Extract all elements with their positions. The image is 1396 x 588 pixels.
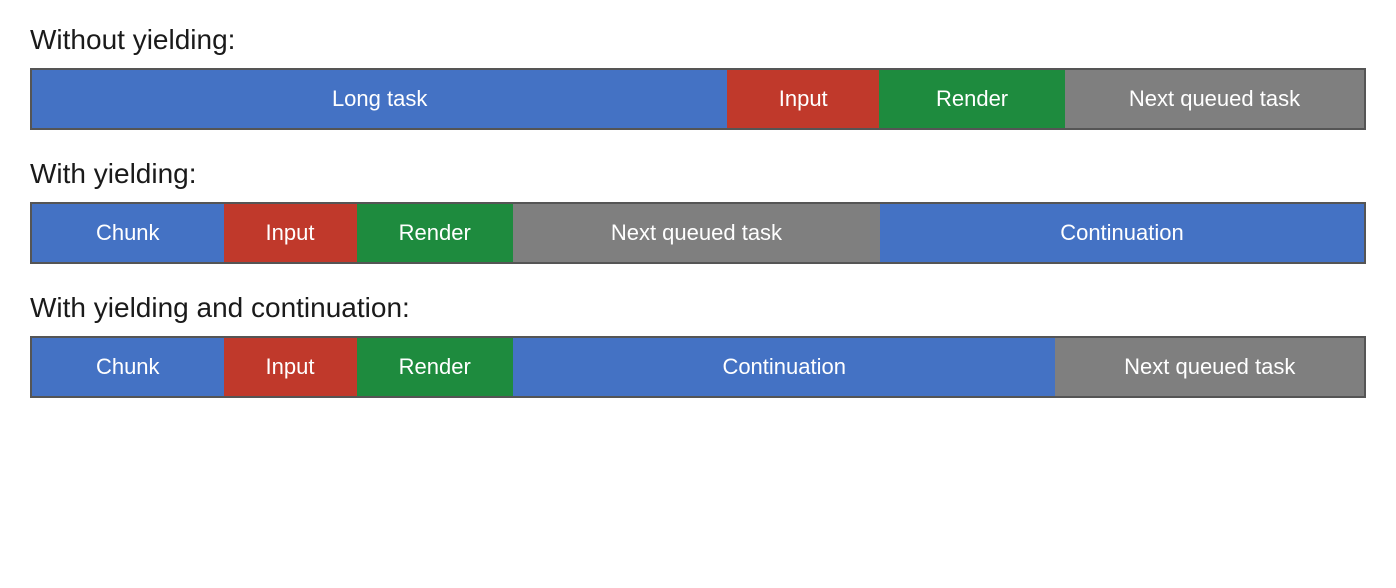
segment-next-queued-3: Next queued task [1055,338,1364,396]
section-with-yielding: With yielding: Chunk Input Render Next q… [30,158,1366,264]
segment-chunk-3: Chunk [32,338,224,396]
section2-title: With yielding: [30,158,1366,190]
bar-row-1: Long task Input Render Next queued task [30,68,1366,130]
segment-long-task: Long task [32,70,727,128]
segment-render-3: Render [357,338,513,396]
bar-row-3: Chunk Input Render Continuation Next que… [30,336,1366,398]
section-without-yielding: Without yielding: Long task Input Render… [30,24,1366,130]
segment-next-queued-1: Next queued task [1065,70,1364,128]
segment-render-2: Render [357,204,513,262]
segment-continuation-3: Continuation [513,338,1056,396]
segment-chunk-2: Chunk [32,204,224,262]
segment-input-3: Input [224,338,357,396]
segment-next-queued-2: Next queued task [513,204,880,262]
section1-title: Without yielding: [30,24,1366,56]
section3-title: With yielding and continuation: [30,292,1366,324]
segment-input-1: Input [727,70,879,128]
section-with-yielding-and-continuation: With yielding and continuation: Chunk In… [30,292,1366,398]
segment-input-2: Input [224,204,357,262]
segment-continuation-2: Continuation [880,204,1364,262]
bar-row-2: Chunk Input Render Next queued task Cont… [30,202,1366,264]
segment-render-1: Render [879,70,1065,128]
